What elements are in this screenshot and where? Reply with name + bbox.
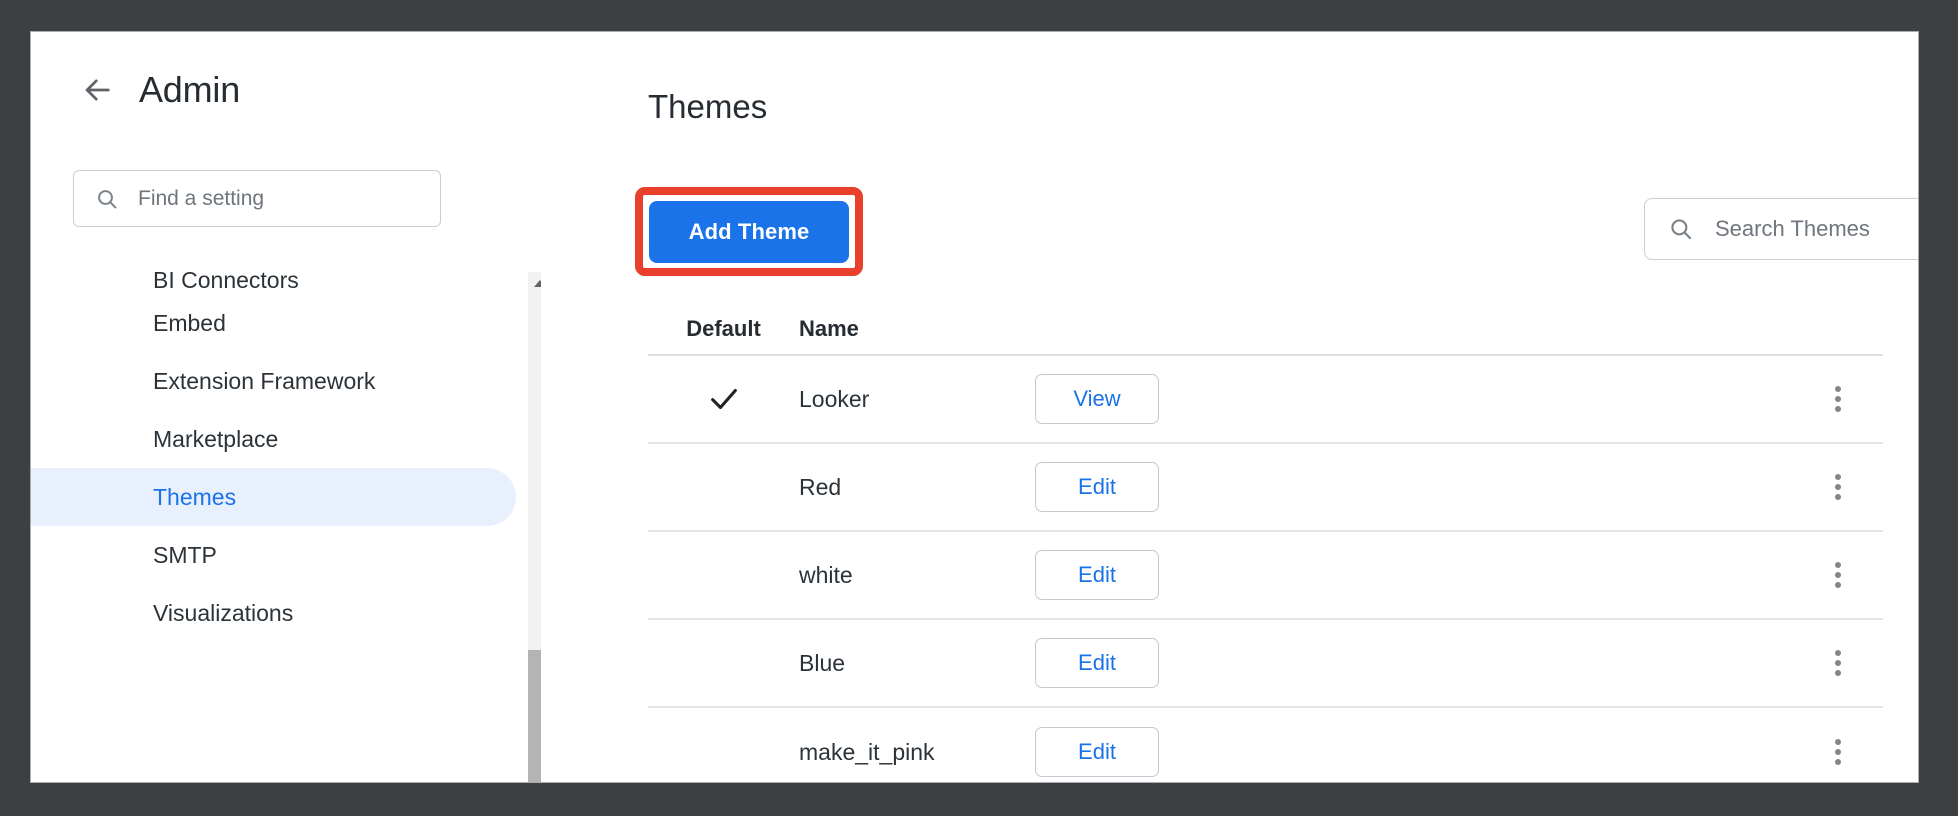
add-theme-highlight-annotation: Add Theme [635, 187, 863, 276]
admin-header: Admin [31, 50, 541, 130]
cell-action: Edit [1023, 550, 1171, 600]
cell-action: Edit [1023, 638, 1171, 688]
sidebar-item-marketplace[interactable]: Marketplace [31, 410, 516, 468]
edit-theme-button[interactable]: Edit [1035, 462, 1159, 512]
kebab-menu-icon[interactable] [1821, 470, 1855, 504]
cell-default [648, 382, 799, 416]
cell-theme-name: white [799, 562, 1023, 589]
page-title-admin: Admin [139, 69, 240, 111]
search-themes-input[interactable] [1715, 216, 1919, 242]
back-arrow-icon[interactable] [77, 70, 117, 110]
sidebar-item-bi-connectors[interactable]: BI Connectors [31, 248, 516, 294]
table-row: make_it_pink Edit [648, 708, 1883, 783]
sidebar-item-embed[interactable]: Embed [31, 294, 516, 352]
kebab-menu-icon[interactable] [1821, 382, 1855, 416]
find-setting-input[interactable] [138, 187, 440, 211]
view-theme-button[interactable]: View [1035, 374, 1159, 424]
themes-table: Default Name Looker [648, 304, 1883, 783]
admin-panel: Admin BI Connectors Embed [30, 31, 1919, 783]
cell-theme-name: Blue [799, 650, 1023, 677]
sidebar-item-smtp[interactable]: SMTP [31, 526, 516, 584]
checkmark-icon [707, 382, 741, 416]
settings-nav-list: BI Connectors Embed Extension Framework … [31, 248, 541, 783]
cell-theme-name: Looker [799, 386, 1023, 413]
table-row: Red Edit [648, 444, 1883, 532]
edit-theme-button[interactable]: Edit [1035, 727, 1159, 777]
search-icon [94, 186, 120, 212]
admin-sidebar: Admin BI Connectors Embed [31, 32, 541, 782]
kebab-menu-icon[interactable] [1821, 646, 1855, 680]
themes-main-content: Themes Add Theme Default Name [541, 32, 1918, 782]
sidebar-item-label: Themes [153, 484, 236, 511]
table-header-row: Default Name [648, 304, 1883, 356]
page-title-themes: Themes [648, 88, 767, 126]
sidebar-item-label: SMTP [153, 542, 217, 569]
sidebar-item-extension-framework[interactable]: Extension Framework [31, 352, 516, 410]
column-header-name: Name [799, 316, 1023, 342]
sidebar-item-label: Visualizations [153, 600, 293, 627]
sidebar-item-label: Marketplace [153, 426, 278, 453]
kebab-menu-icon[interactable] [1821, 558, 1855, 592]
table-row: Looker View [648, 356, 1883, 444]
cell-theme-name: make_it_pink [799, 739, 1023, 766]
edit-theme-button[interactable]: Edit [1035, 550, 1159, 600]
edit-theme-button[interactable]: Edit [1035, 638, 1159, 688]
sidebar-item-themes[interactable]: Themes [31, 468, 516, 526]
sidebar-item-label: BI Connectors [153, 267, 299, 294]
cell-theme-name: Red [799, 474, 1023, 501]
search-themes-field[interactable] [1644, 198, 1919, 260]
table-row: white Edit [648, 532, 1883, 620]
sidebar-item-label: Extension Framework [153, 368, 375, 395]
add-theme-button[interactable]: Add Theme [649, 201, 849, 263]
screen-root: Admin BI Connectors Embed [0, 0, 1958, 816]
find-setting-field[interactable] [73, 170, 441, 227]
cell-action: Edit [1023, 727, 1171, 777]
sidebar-item-visualizations[interactable]: Visualizations [31, 584, 516, 642]
cell-action: Edit [1023, 462, 1171, 512]
kebab-menu-icon[interactable] [1821, 735, 1855, 769]
search-icon [1667, 215, 1695, 243]
sidebar-item-label: Embed [153, 310, 226, 337]
cell-action: View [1023, 374, 1171, 424]
column-header-default: Default [648, 316, 799, 342]
table-row: Blue Edit [648, 620, 1883, 708]
